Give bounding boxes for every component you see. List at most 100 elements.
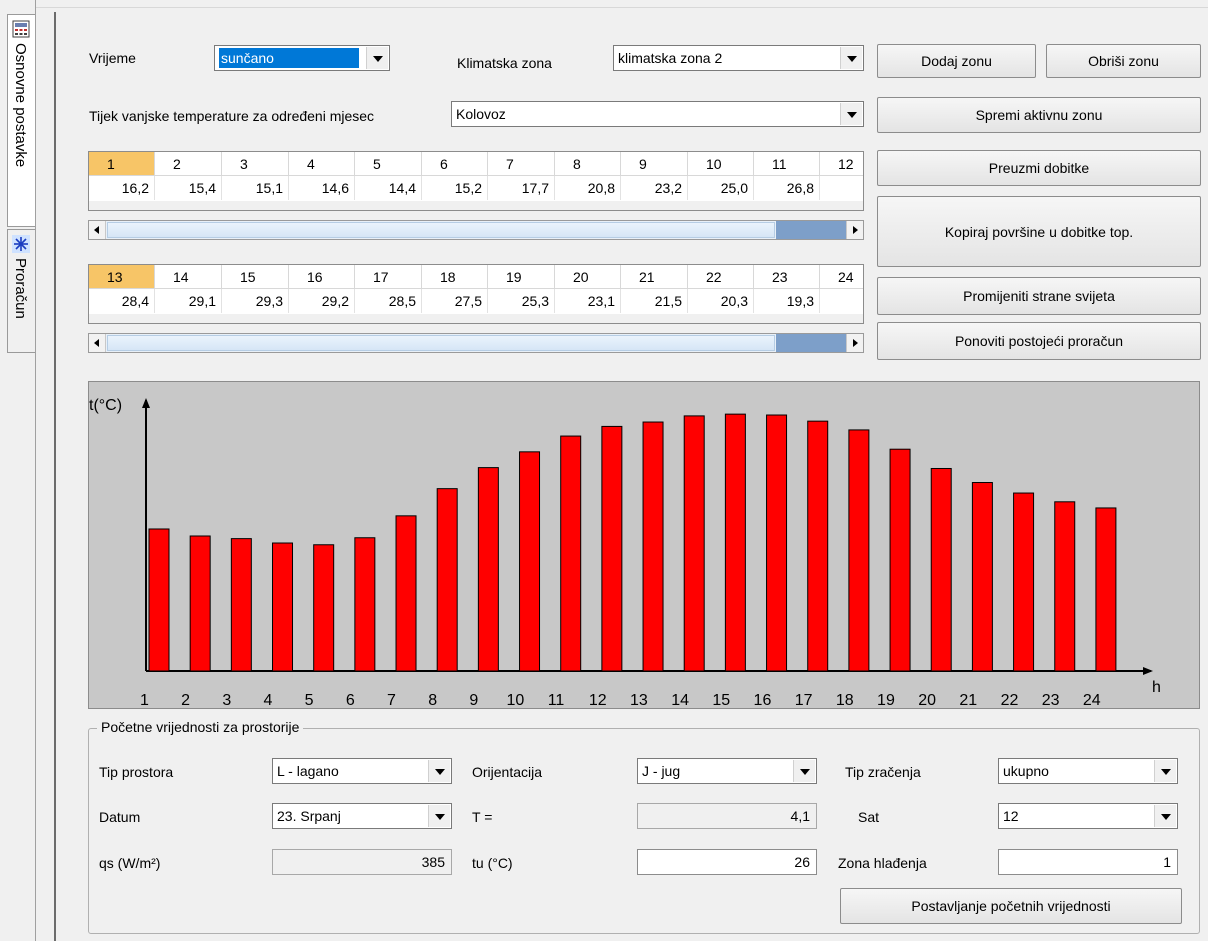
hour-header-cell[interactable]: 15: [222, 265, 289, 289]
hours-grid-2-scrollbar[interactable]: [88, 333, 864, 353]
tab-calculation-label: Proračun: [12, 258, 29, 319]
hours-grid-1[interactable]: 1 16,2 2 15,4 3 15,1 4 14,6 5 14,4 6 15,2 7 17,7 8 20,8…: [88, 151, 864, 211]
hour-header-cell[interactable]: 2: [155, 152, 222, 176]
hour-value-cell[interactable]: 27: [820, 176, 863, 200]
hour-value-cell[interactable]: 29,3: [222, 289, 289, 313]
weather-select[interactable]: sunčano: [214, 45, 390, 71]
chevron-down-icon[interactable]: [428, 805, 450, 827]
hour-header-cell[interactable]: 17: [355, 265, 422, 289]
radiation-type-select[interactable]: ukupno: [998, 758, 1178, 784]
tab-basic-settings[interactable]: Osnovne postavke: [7, 14, 35, 227]
hour-value-cell[interactable]: 15,4: [155, 176, 222, 200]
hour-header-cell[interactable]: 7: [488, 152, 555, 176]
hour-value-cell[interactable]: 15,1: [222, 176, 289, 200]
date-select[interactable]: 23. Srpanj: [272, 803, 452, 829]
hour-header-cell[interactable]: 21: [621, 265, 688, 289]
cooling-zone-field[interactable]: 1: [998, 849, 1178, 875]
hour-value-cell[interactable]: 26,8: [754, 176, 820, 200]
hour-value-cell[interactable]: 20,8: [555, 176, 621, 200]
hour-value-cell[interactable]: 23,2: [621, 176, 688, 200]
chevron-down-icon[interactable]: [428, 760, 450, 782]
climate-zone-select[interactable]: klimatska zona 2: [613, 45, 864, 71]
hour-header-cell[interactable]: 14: [155, 265, 222, 289]
chevron-down-icon[interactable]: [1154, 805, 1176, 827]
chevron-down-icon[interactable]: [366, 47, 388, 69]
scroll-right-icon[interactable]: [846, 334, 863, 352]
hour-header-cell[interactable]: 5: [355, 152, 422, 176]
hour-value-cell[interactable]: 28,5: [355, 289, 422, 313]
hour-header-cell[interactable]: 24: [820, 265, 863, 289]
chevron-down-icon[interactable]: [840, 103, 862, 125]
hours-grid-1-scrollbar[interactable]: [88, 220, 864, 240]
hours-grid-2[interactable]: 13 28,4 14 29,1 15 29,3 16 29,2 17 28,5 18 27,5 19 25…: [88, 264, 864, 324]
x-tick-label: 19: [877, 692, 895, 708]
hour-select[interactable]: 12: [998, 803, 1178, 829]
chart-bar: [354, 537, 376, 672]
hour-value-cell[interactable]: 28,4: [89, 289, 155, 313]
hour-value-cell[interactable]: 29,2: [289, 289, 355, 313]
add-zone-button[interactable]: Dodaj zonu: [877, 44, 1036, 78]
save-active-zone-button[interactable]: Spremi aktivnu zonu: [877, 97, 1201, 133]
hour-value-cell[interactable]: 15,2: [422, 176, 488, 200]
hour-value-cell[interactable]: 18: [820, 289, 863, 313]
hour-header-cell[interactable]: 12: [820, 152, 863, 176]
chart-bar: [848, 429, 870, 672]
hour-header-cell[interactable]: 22: [688, 265, 754, 289]
hour-value-cell[interactable]: 25,0: [688, 176, 754, 200]
scroll-track[interactable]: [776, 221, 846, 239]
take-gains-button[interactable]: Preuzmi dobitke: [877, 150, 1201, 186]
tab-calculation[interactable]: Proračun: [7, 229, 35, 353]
hour-value-cell[interactable]: 19,3: [754, 289, 820, 313]
month-select[interactable]: Kolovoz: [451, 101, 864, 127]
tu-field[interactable]: 26: [637, 849, 817, 875]
x-tick-label: 12: [589, 692, 607, 708]
calculator-icon: [12, 20, 30, 38]
hour-header-cell[interactable]: 3: [222, 152, 289, 176]
orientation-select[interactable]: J - jug: [637, 758, 817, 784]
hour-value-cell[interactable]: 14,6: [289, 176, 355, 200]
hour-header-cell[interactable]: 9: [621, 152, 688, 176]
hour-value-cell[interactable]: 21,5: [621, 289, 688, 313]
hour-header-cell[interactable]: 13: [89, 265, 155, 289]
hour-header-cell[interactable]: 8: [555, 152, 621, 176]
hour-value-cell[interactable]: 23,1: [555, 289, 621, 313]
chevron-down-icon[interactable]: [1154, 760, 1176, 782]
scroll-left-icon[interactable]: [89, 221, 106, 239]
copy-surfaces-button[interactable]: Kopiraj površine u dobitke top.: [877, 196, 1201, 267]
change-orientation-button[interactable]: Promijeniti strane svijeta: [877, 277, 1201, 315]
hour-value-cell[interactable]: 20,3: [688, 289, 754, 313]
hour-header-cell[interactable]: 10: [688, 152, 754, 176]
set-initial-values-button[interactable]: Postavljanje početnih vrijednosti: [840, 888, 1182, 924]
hour-header-cell[interactable]: 19: [488, 265, 555, 289]
chevron-down-icon[interactable]: [840, 47, 862, 69]
hour-value-cell[interactable]: 16,2: [89, 176, 155, 200]
hour-value-cell[interactable]: 25,3: [488, 289, 555, 313]
scroll-thumb[interactable]: [107, 222, 775, 238]
room-type-select[interactable]: L - lagano: [272, 758, 452, 784]
hour-header-cell[interactable]: 18: [422, 265, 488, 289]
hour-header-cell[interactable]: 4: [289, 152, 355, 176]
sidebar-tabs: Osnovne postavke Proračun: [0, 0, 36, 941]
scroll-thumb[interactable]: [107, 335, 775, 351]
hour-header-cell[interactable]: 20: [555, 265, 621, 289]
scroll-track[interactable]: [776, 334, 846, 352]
hour-header-cell[interactable]: 11: [754, 152, 820, 176]
temperature-chart: t(°C) h 1 2 3 4 5 6 7 8 9 10 11 12 13 14 15 16 17 18 19 20 21 2…: [88, 381, 1200, 709]
chevron-down-icon[interactable]: [793, 760, 815, 782]
scroll-right-icon[interactable]: [846, 221, 863, 239]
x-tick-label: 17: [795, 692, 813, 708]
hour-value-cell[interactable]: 14,4: [355, 176, 422, 200]
hour-header-cell[interactable]: 6: [422, 152, 488, 176]
delete-zone-button[interactable]: Obriši zonu: [1046, 44, 1201, 78]
x-tick-label: 24: [1083, 692, 1101, 708]
hour-value-cell[interactable]: 27,5: [422, 289, 488, 313]
scroll-left-icon[interactable]: [89, 334, 106, 352]
hour-value-cell[interactable]: 17,7: [488, 176, 555, 200]
chart-bar: [971, 482, 993, 672]
hour-header-cell[interactable]: 23: [754, 265, 820, 289]
repeat-calculation-button[interactable]: Ponoviti postojeći proračun: [877, 322, 1201, 360]
x-tick-label: 11: [548, 692, 565, 708]
hour-header-cell[interactable]: 16: [289, 265, 355, 289]
hour-header-cell[interactable]: 1: [89, 152, 155, 176]
hour-value-cell[interactable]: 29,1: [155, 289, 222, 313]
